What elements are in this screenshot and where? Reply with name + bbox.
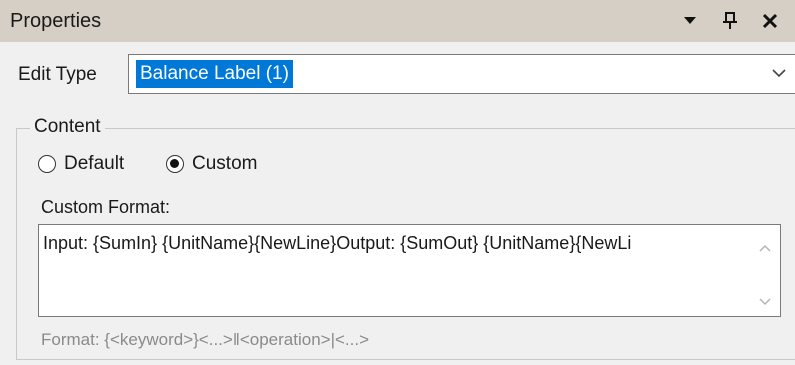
radio-default-circle[interactable] <box>38 155 56 173</box>
pin-icon[interactable] <box>719 10 741 32</box>
content-legend: Content <box>30 116 105 138</box>
edit-type-label: Edit Type <box>18 64 97 85</box>
titlebar-controls <box>679 10 781 32</box>
edit-type-value: Balance Label (1) <box>136 60 293 88</box>
chevron-down-icon[interactable] <box>771 66 787 84</box>
panel-title: Properties <box>10 9 102 32</box>
textarea-scrollbar[interactable] <box>750 225 780 316</box>
format-hint: Format: {<keyword>}<...>‖<operation>|<..… <box>41 330 370 349</box>
radio-custom[interactable]: Custom <box>166 153 257 175</box>
edit-type-combobox[interactable]: Balance Label (1) <box>128 54 795 94</box>
close-icon[interactable] <box>759 10 781 32</box>
scroll-down-icon[interactable] <box>759 293 771 311</box>
radio-custom-label: Custom <box>192 153 258 174</box>
custom-format-text: Input: {SumIn} {UnitName}{NewLine}Output… <box>43 233 632 253</box>
panel-titlebar: Properties <box>0 0 795 42</box>
dropdown-arrow-icon[interactable] <box>679 10 701 32</box>
radio-default[interactable]: Default <box>38 153 124 175</box>
radio-default-label: Default <box>64 153 125 174</box>
custom-format-textarea[interactable]: Input: {SumIn} {UnitName}{NewLine}Output… <box>38 224 781 317</box>
custom-format-label: Custom Format: <box>41 197 171 217</box>
scroll-up-icon[interactable] <box>759 239 771 257</box>
radio-custom-circle[interactable] <box>166 155 184 173</box>
